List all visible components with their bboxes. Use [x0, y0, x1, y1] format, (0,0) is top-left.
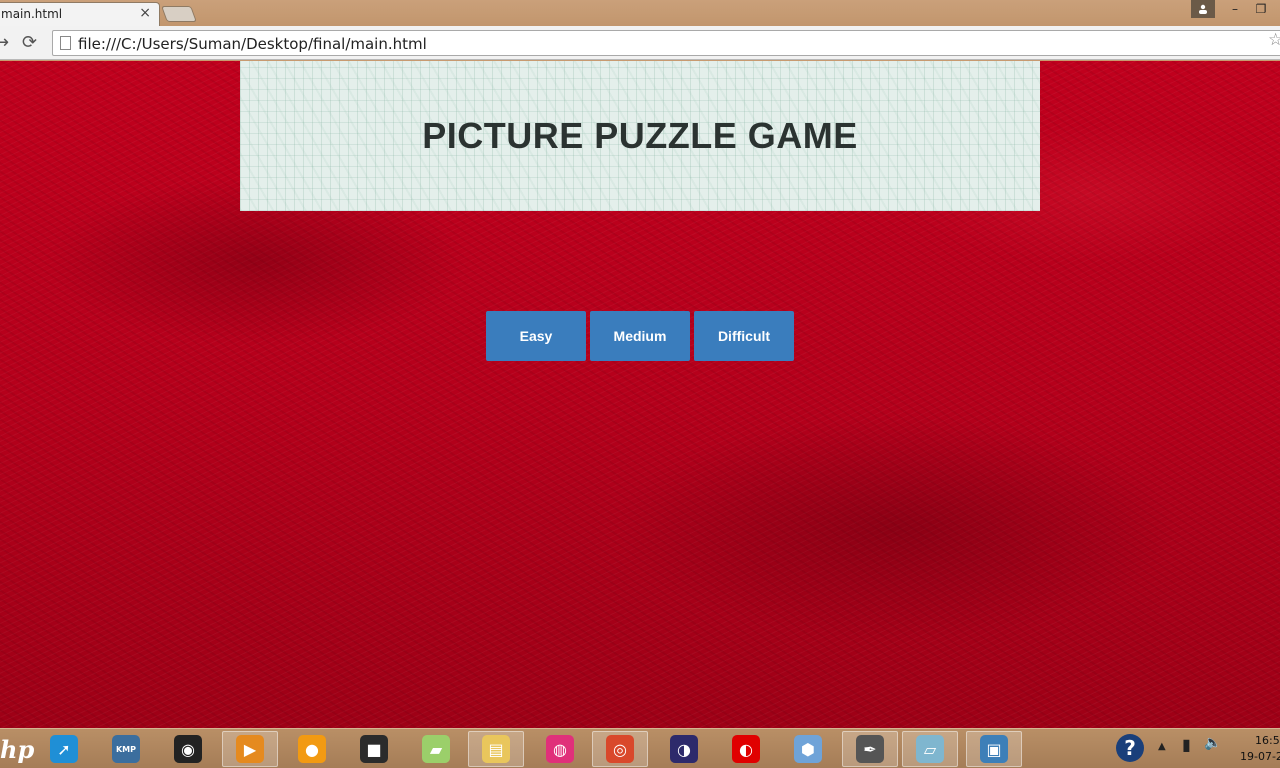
taskbar-item[interactable]: ▤ [468, 731, 524, 767]
medium-button[interactable]: Medium [590, 311, 690, 361]
notes-icon: ▱ [916, 735, 944, 763]
network-icon[interactable]: ▮ [1182, 735, 1191, 754]
reload-icon[interactable]: ⟳ [22, 32, 37, 53]
taskbar-item[interactable]: ▶ [222, 731, 278, 767]
chrome-icon: ◎ [606, 735, 634, 763]
taskbar-item[interactable]: ◎ [592, 731, 648, 767]
taskbar-item[interactable]: ■ [346, 731, 402, 767]
taskbar-item[interactable]: ◐ [718, 731, 774, 767]
taskbar-item[interactable]: ➚ [36, 731, 92, 767]
address-bar[interactable]: file:///C:/Users/Suman/Desktop/final/mai… [52, 30, 1280, 56]
browser-titlebar: main.html × – ❐ [0, 0, 1280, 26]
page-viewport: PICTURE PUZZLE GAME Easy Medium Difficul… [0, 61, 1280, 728]
media-player-icon: ▶ [236, 735, 264, 763]
image-viewer-icon: ▣ [980, 735, 1008, 763]
help-icon[interactable]: ? [1116, 734, 1144, 762]
difficult-button[interactable]: Difficult [694, 311, 794, 361]
eclipse-icon: ◑ [670, 735, 698, 763]
clock-time[interactable]: 16:58 [1255, 734, 1280, 747]
taskbar-item[interactable]: ◑ [656, 731, 712, 767]
easy-button[interactable]: Easy [486, 311, 586, 361]
taskbar-item[interactable]: ▰ [408, 731, 464, 767]
user-profile-icon[interactable] [1191, 0, 1215, 18]
taskbar-item[interactable]: ▱ [902, 731, 958, 767]
taskbar-item[interactable]: ⬢ [780, 731, 836, 767]
kmplayer-icon: KMP [112, 735, 140, 763]
taskbar: hp ➚ KMP ◉ ▶ ● ■ ▰ ▤ ◍ ◎ ◑ ◐ ⬢ ✒ ▱ ▣ ? ▲ ▮ 🔈 16:58 19-0… [0, 728, 1280, 768]
url-text[interactable]: file:///C:/Users/Suman/Desktop/final/mai… [78, 35, 427, 53]
header-panel: PICTURE PUZZLE GAME [240, 61, 1040, 211]
taskbar-item[interactable]: ▣ [966, 731, 1022, 767]
inkscape-icon: ✒ [856, 735, 884, 763]
game-title: PICTURE PUZZLE GAME [422, 115, 858, 156]
clock-date[interactable]: 19-07-2 [1240, 750, 1280, 763]
sticky-notes-icon: ▰ [422, 735, 450, 763]
browser-toolbar: → ⟳ file:///C:/Users/Suman/Desktop/final… [0, 26, 1280, 60]
restore-icon[interactable]: ❐ [1248, 0, 1274, 18]
taskbar-item[interactable]: ✒ [842, 731, 898, 767]
bookmark-star-icon[interactable]: ☆ [1268, 30, 1280, 50]
pink-app-icon: ◍ [546, 735, 574, 763]
forward-arrow-icon[interactable]: → [0, 32, 9, 53]
browser-tab-main[interactable]: main.html × [0, 2, 160, 26]
start-button[interactable]: hp [0, 735, 34, 764]
tray-arrow-icon[interactable]: ▲ [1158, 741, 1166, 752]
page-icon [60, 36, 71, 50]
tab-title: main.html [1, 7, 63, 21]
vodafone-icon: ◐ [732, 735, 760, 763]
file-explorer-icon: ▤ [482, 735, 510, 763]
taskbar-item[interactable]: ◍ [532, 731, 588, 767]
taskbar-item[interactable]: ● [284, 731, 340, 767]
rocket-app-icon: ➚ [50, 735, 78, 763]
taskbar-item[interactable]: ◉ [160, 731, 216, 767]
tab-close-icon[interactable]: × [139, 5, 151, 21]
new-tab-button[interactable] [161, 6, 197, 22]
virtualbox-icon: ⬢ [794, 735, 822, 763]
difficulty-buttons: Easy Medium Difficult [486, 311, 796, 361]
volume-icon[interactable]: 🔈 [1204, 735, 1221, 751]
orange-ball-icon: ● [298, 735, 326, 763]
webcam-icon: ◉ [174, 735, 202, 763]
colorful-cube-icon: ■ [360, 735, 388, 763]
minimize-icon[interactable]: – [1222, 0, 1248, 18]
taskbar-item[interactable]: KMP [98, 731, 154, 767]
